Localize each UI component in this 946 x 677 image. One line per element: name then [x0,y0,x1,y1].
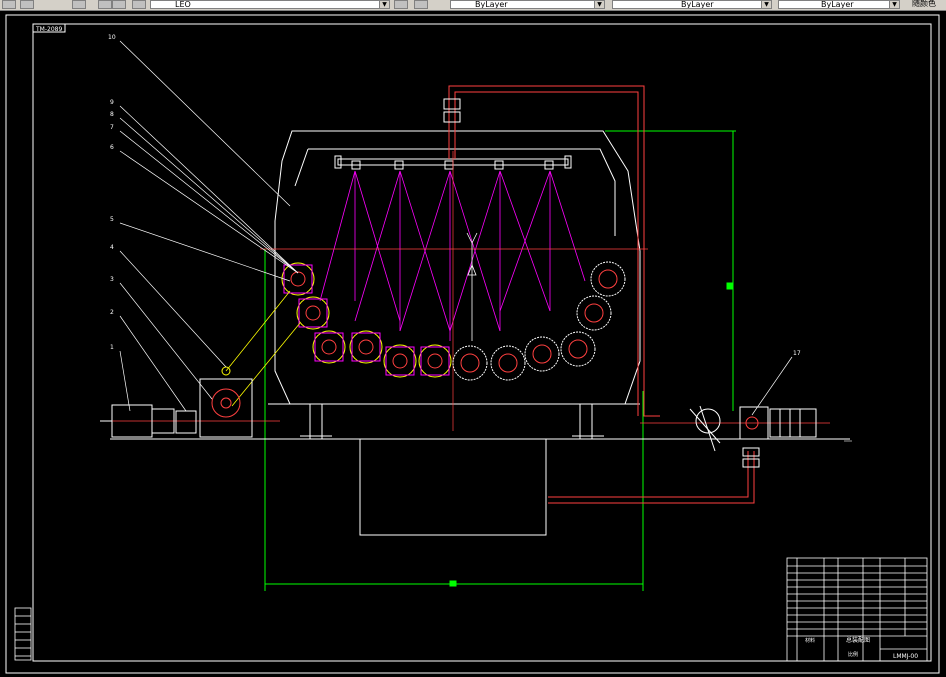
drawing-frame [5,14,940,674]
left-side-strip [14,607,32,661]
title-block-scale-label: 比例 [848,651,858,658]
plotstyle-control[interactable]: 随颜色 [912,0,936,8]
machine-housing [110,130,850,536]
callout-1: 1 [110,344,114,351]
lineweight-control-value: ByLayer [821,0,854,9]
callout-17: 17 [793,350,801,357]
sun-icon[interactable] [112,0,126,9]
chevron-down-icon[interactable]: ▼ [889,1,899,8]
callout-10: 10 [108,34,116,41]
motor-gearbox [100,366,253,438]
leader-lines [119,40,793,416]
lineweight-control-dropdown[interactable]: ByLayer ▼ [778,0,900,9]
callout-7: 7 [110,124,114,131]
callout-2: 2 [110,309,114,316]
layer-previous-icon[interactable] [20,0,34,9]
callout-3: 3 [110,276,114,283]
color-control-dropdown[interactable]: ByLayer ▼ [450,0,605,9]
layer-manager-icon[interactable] [2,0,16,9]
title-block-material-label: 材料 [805,637,815,644]
layer-state-icon[interactable] [414,0,428,9]
linetype-control-dropdown[interactable]: ByLayer ▼ [612,0,772,9]
make-current-icon[interactable] [394,0,408,9]
callout-4: 4 [110,244,114,251]
callout-9: 9 [110,99,114,106]
layers-icon[interactable] [72,0,86,9]
callout-5: 5 [110,216,114,223]
pump-assembly [689,405,817,452]
drawing-canvas[interactable]: TM-2089 10 9 8 7 6 5 4 3 2 1 17 材料 比例 总装… [0,11,946,677]
lightbulb-icon[interactable] [98,0,112,9]
spray-pattern [319,170,586,341]
layer-dropdown[interactable]: LEO ▼ [150,0,390,9]
part-callouts: 10 9 8 7 6 5 4 3 2 1 17 [108,34,801,357]
chevron-down-icon[interactable]: ▼ [761,1,771,8]
callout-8: 8 [110,111,114,118]
frame-tag: TM-2089 [35,26,62,33]
autocad-toolbar: LEO ▼ ByLayer ▼ ByLayer ▼ ByLayer ▼ 随颜色 [0,0,946,11]
center-lines [100,151,830,431]
linetype-control-value: ByLayer [681,0,714,9]
color-control-value: ByLayer [475,0,508,9]
chevron-down-icon[interactable]: ▼ [594,1,604,8]
callout-6: 6 [110,144,114,151]
chevron-down-icon[interactable]: ▼ [379,1,389,8]
layer-name: LEO [175,0,191,9]
drive-belt [225,290,301,407]
title-block-drawing-number: LMMJ-00 [893,653,918,660]
lock-icon[interactable] [132,0,146,9]
title-block [786,557,928,662]
title-block-drawing-title: 总装配图 [846,636,870,644]
